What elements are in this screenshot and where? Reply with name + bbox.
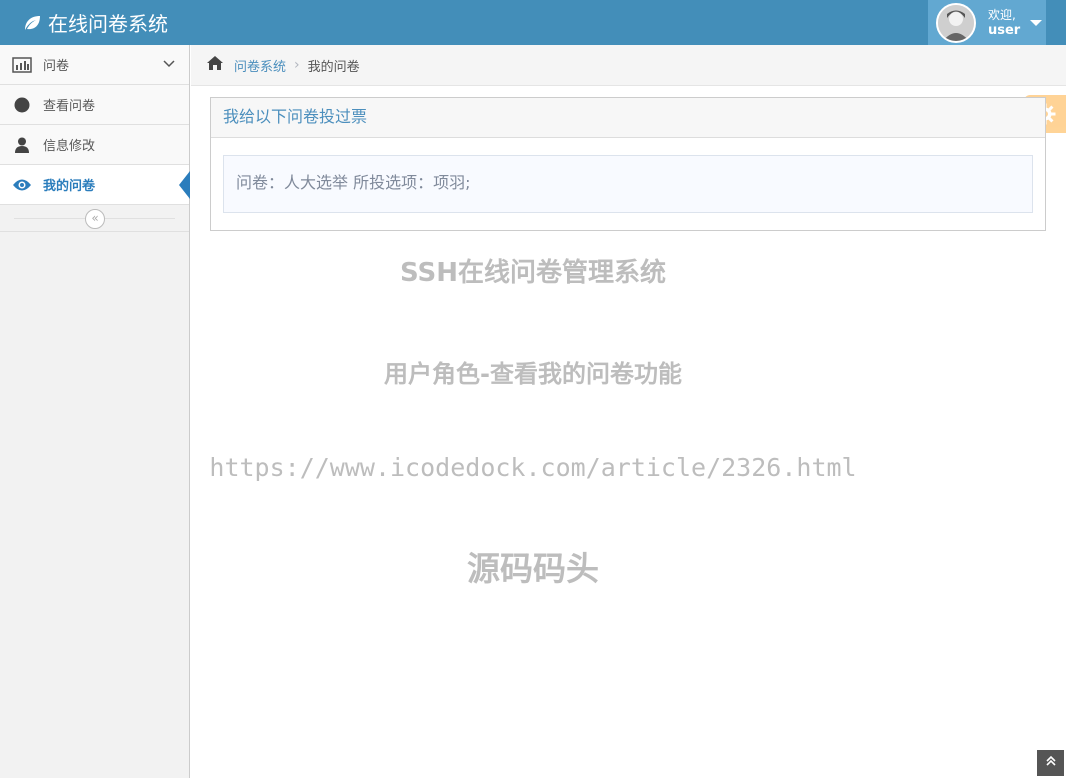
panel-body: 问卷：人大选举 所投选项：项羽; (211, 138, 1045, 230)
voted-questionnaire-panel: 我给以下问卷投过票 问卷：人大选举 所投选项：项羽; (210, 97, 1046, 231)
breadcrumb-current: 我的问卷 (307, 59, 360, 75)
sidebar-item-label: 问卷 (43, 59, 70, 74)
caret-down-icon[interactable] (1030, 19, 1043, 26)
circle-icon (12, 97, 32, 113)
sidebar-item-questionnaire[interactable]: 问卷 (0, 45, 189, 85)
user-icon (12, 137, 32, 153)
user-info: 欢迎, user (988, 8, 1020, 38)
sidebar-item-label: 信息修改 (43, 139, 96, 154)
sidebar-item-view-questionnaire[interactable]: 查看问卷 (0, 85, 189, 125)
sidebar-item-label: 查看问卷 (43, 99, 96, 114)
username: user (988, 22, 1021, 38)
double-chevron-up-icon (1045, 755, 1056, 766)
leaf-icon (25, 15, 40, 30)
home-icon[interactable] (206, 55, 224, 75)
breadcrumb: 问卷系统 › 我的问卷 (191, 45, 1066, 86)
avatar[interactable] (936, 2, 976, 43)
watermark-url: https://www.icodedock.com/article/2326.h… (209, 453, 857, 482)
user-menu[interactable]: 欢迎, user (928, 0, 1046, 45)
welcome-text: 欢迎, (988, 7, 1016, 22)
sidebar-item-profile[interactable]: 信息修改 (0, 125, 189, 165)
sidebar-collapse-bar: « (0, 205, 189, 232)
chevron-down-icon[interactable] (163, 57, 175, 73)
watermark-subtitle: 用户角色-查看我的问卷功能 (384, 360, 682, 388)
panel-title: 我给以下问卷投过票 (211, 98, 1045, 138)
brand[interactable]: 在线问卷系统 (22, 8, 168, 37)
navbar: 在线问卷系统 欢迎, user (0, 0, 1066, 45)
sidebar-item-my-questionnaire[interactable]: 我的问卷 (0, 165, 190, 205)
breadcrumb-separator-icon: › (294, 57, 300, 73)
sidebar: 问卷 查看问卷 信息修改 我的问卷 « (0, 45, 190, 778)
voted-entry: 问卷：人大选举 所投选项：项羽; (223, 155, 1033, 213)
sidebar-item-label: 我的问卷 (43, 179, 96, 194)
eye-icon (12, 177, 32, 193)
collapse-icon[interactable]: « (85, 209, 105, 229)
watermark-title: SSH在线问卷管理系统 (399, 258, 667, 288)
brand-title: 在线问卷系统 (48, 12, 168, 36)
breadcrumb-home-link[interactable]: 问卷系统 (234, 56, 286, 75)
bar-chart-icon (12, 56, 32, 73)
scroll-to-top-button[interactable] (1037, 750, 1064, 776)
watermark-source: 源码码头 (467, 549, 599, 588)
